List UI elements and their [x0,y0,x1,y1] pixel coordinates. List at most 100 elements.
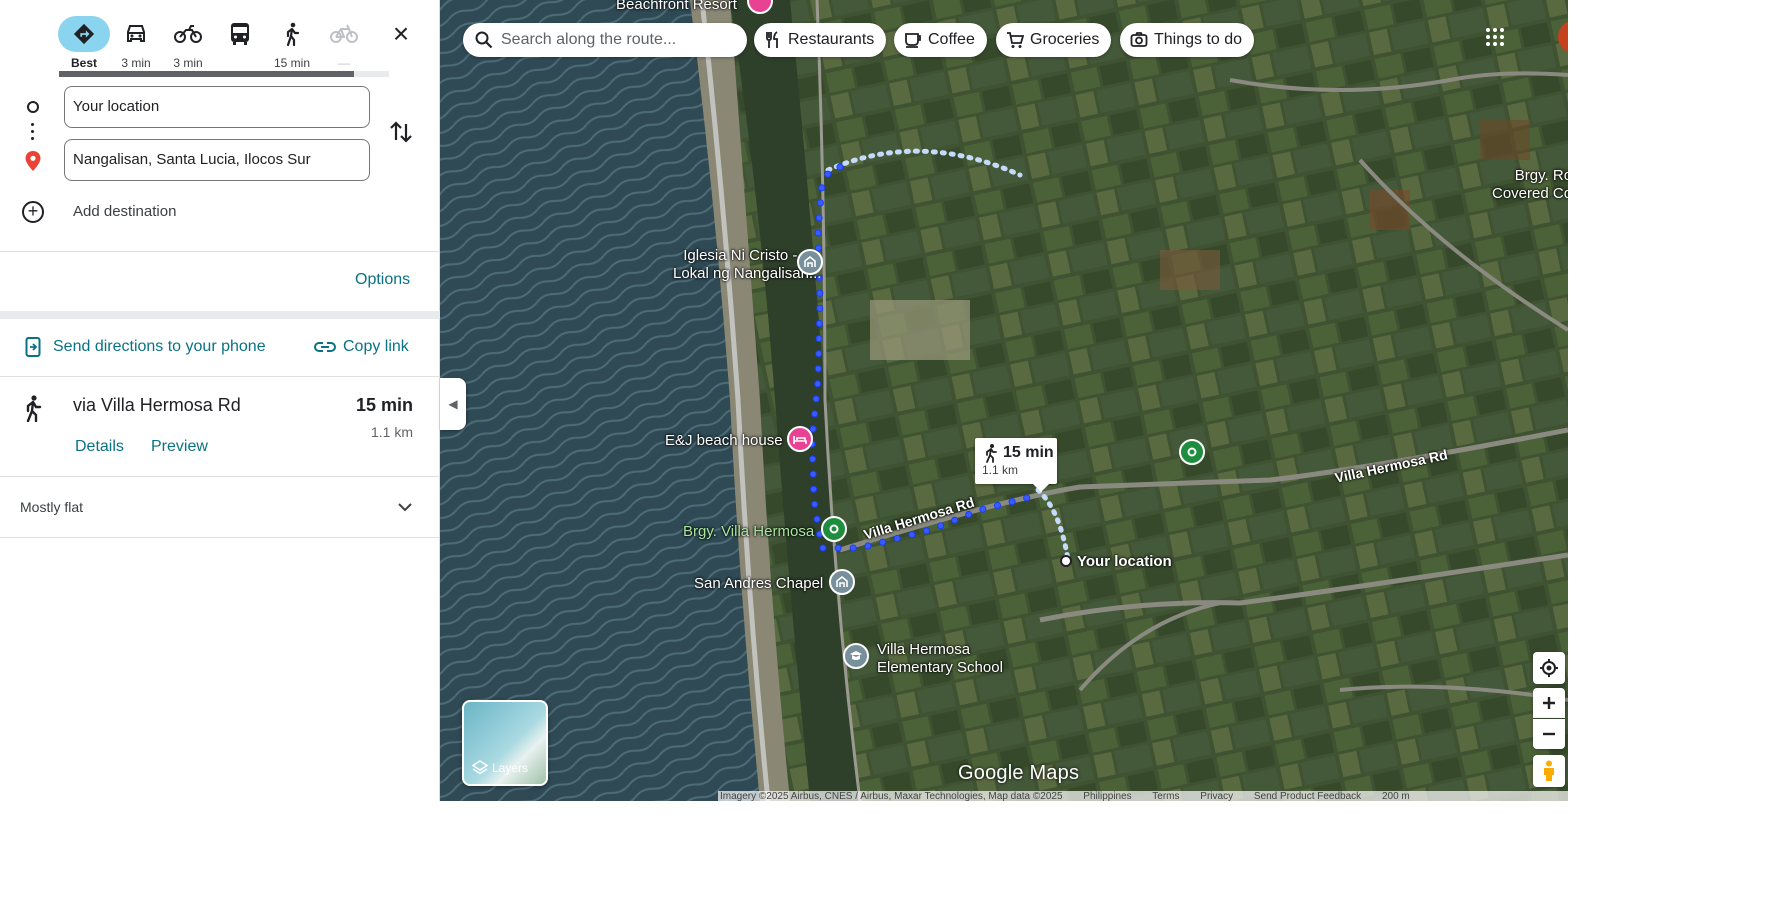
zoom-out-button[interactable] [1533,719,1565,749]
pegman-icon [1544,760,1554,781]
camera-icon [1130,32,1148,47]
walking-route[interactable] [440,0,1568,801]
place-label-line: Villa Hermosa [877,641,971,658]
details-button[interactable]: Details [75,438,124,456]
mode-label: 15 min [273,56,311,70]
divider [0,251,440,252]
place-label-beach-house[interactable]: E&J beach house [665,432,783,450]
place-label-brgy-covered-court[interactable]: Brgy. Ro Covered Co [1492,167,1568,203]
route-distance: 1.1 km [370,424,413,440]
place-label-beachfront[interactable]: Beachfront Resort [616,0,737,14]
collapse-panel-button[interactable]: ◀ [440,378,466,430]
more-vertical-icon [31,123,35,141]
bus-icon [214,16,266,52]
origin-field[interactable]: Your location [64,86,370,128]
walk-icon [986,444,997,463]
travel-mode-selector: Best 3 min 3 min 15 min — [58,16,370,70]
section-divider [0,311,440,319]
coffee-icon [905,33,921,48]
car-icon [110,16,162,52]
chip-label: Things to do [1154,31,1243,48]
mode-best[interactable]: Best [58,16,110,70]
privacy-link[interactable]: Privacy [1200,791,1233,801]
chip-things-to-do[interactable]: Things to do [1120,23,1255,57]
church-pin-icon[interactable] [829,569,855,595]
zoom-in-button[interactable] [1533,688,1565,718]
send-to-phone-button[interactable]: Send directions to your phone [53,338,266,356]
school-pin-icon[interactable] [843,643,869,669]
directions-panel: Best 3 min 3 min 15 min — × Your locatio… [0,0,440,801]
cart-icon [1007,32,1024,48]
fork-knife-icon [766,31,778,48]
divider [0,537,440,538]
layers-label: Layers [472,760,528,776]
route-info-callout[interactable]: 15 min 1.1 km [975,438,1057,492]
place-label-school[interactable]: Villa Hermosa Elementary School [877,641,1003,677]
your-location-label[interactable]: Your location [1077,553,1172,571]
destination-pin-icon [25,151,41,171]
bicycle-icon [318,16,370,52]
layers-icon [472,760,488,775]
terms-link[interactable]: Terms [1152,791,1179,801]
locality-pin-icon[interactable] [821,516,847,542]
chip-label: Restaurants [788,31,875,48]
add-destination-button[interactable]: Add destination [73,203,176,220]
place-label-line: Covered Co [1492,185,1568,202]
lodging-pin-icon[interactable] [787,426,813,452]
mode-label: 3 min [173,56,203,70]
place-label-line: Brgy. Ro [1514,167,1568,184]
place-label-villa-hermosa[interactable]: Brgy. Villa Hermosa [683,523,814,541]
google-maps-logo: Google Maps [958,762,1080,784]
scale-label[interactable]: 200 m [1382,791,1410,801]
callout-duration: 15 min [1003,444,1054,461]
layers-button[interactable]: Layers [462,700,548,786]
plus-icon [1543,697,1555,709]
walk-icon [266,16,318,52]
add-circle-icon[interactable]: + [22,201,44,223]
search-icon [475,31,493,49]
route-search-bar[interactable] [463,23,747,57]
walk-icon [26,395,42,422]
motorcycle-icon [162,16,214,52]
google-apps-icon[interactable] [1485,27,1505,47]
street-view-button[interactable] [1533,755,1565,787]
mode-label: Best [70,56,97,70]
chip-coffee[interactable]: Coffee [894,23,987,57]
preview-button[interactable]: Preview [151,438,208,456]
chevron-down-icon[interactable] [396,499,414,515]
mode-label [214,56,266,70]
best-route-icon [58,16,110,52]
mode-driving[interactable]: 3 min [110,16,162,70]
church-pin-icon[interactable] [797,249,823,275]
my-location-icon [1540,659,1558,677]
mode-transit[interactable] [214,16,266,70]
divider [0,476,440,477]
region-link[interactable]: Philippines [1083,791,1131,801]
origin-circle-icon [27,101,39,113]
route-search-input[interactable] [501,31,741,49]
route-duration: 15 min [355,395,413,415]
mode-cycling[interactable]: — [318,16,370,70]
chip-restaurants[interactable]: Restaurants [754,23,887,57]
destination-field[interactable]: Nangalisan, Santa Lucia, Ilocos Sur [64,139,370,181]
mode-walking[interactable]: 15 min [266,16,318,70]
minus-icon [1543,732,1555,736]
chip-groceries[interactable]: Groceries [996,23,1112,57]
mode-scroll-thumb[interactable] [59,71,354,77]
feedback-link[interactable]: Send Product Feedback [1254,791,1361,801]
swap-icon[interactable] [388,118,414,146]
mode-scroll-bar[interactable] [59,71,389,77]
link-icon [314,342,336,352]
close-directions-button[interactable]: × [386,20,416,50]
locality-pin-icon[interactable] [1179,439,1205,465]
copy-link-button[interactable]: Copy link [343,338,409,356]
map-view[interactable]: Restaurants Coffee Groceries Things to d… [440,0,1568,801]
place-label-chapel[interactable]: San Andres Chapel [694,575,823,593]
attribution-text: Imagery ©2025 Airbus, CNES / Airbus, Max… [720,791,1063,801]
divider [0,376,440,377]
options-button[interactable]: Options [355,271,410,289]
mode-two-wheeler[interactable]: 3 min [162,16,214,70]
route-name[interactable]: via Villa Hermosa Rd [73,395,241,416]
chip-label: Coffee [928,31,975,48]
my-location-button[interactable] [1533,652,1565,684]
